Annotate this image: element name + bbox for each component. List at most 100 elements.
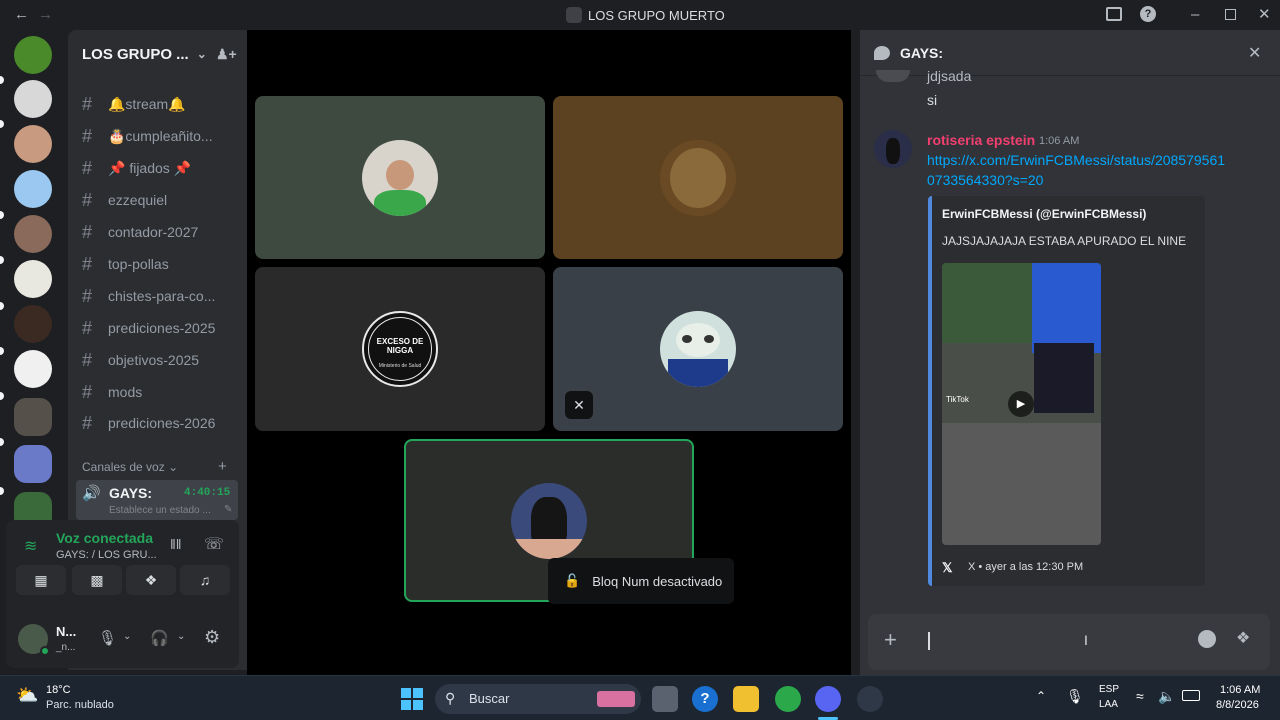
channel-item[interactable]: # chistes-para-co...	[82, 284, 242, 308]
avatar[interactable]	[874, 130, 912, 168]
get-help-icon[interactable]: ?	[692, 686, 718, 712]
chevron-down-icon[interactable]: ⌄	[177, 631, 185, 642]
voice-category-header[interactable]: Canales de voz ⌄	[82, 460, 178, 474]
activities-button[interactable]: ❖	[126, 565, 176, 595]
message-text: jdjsada	[927, 68, 972, 84]
message-text: si	[927, 92, 938, 108]
channel-item[interactable]: # ezzequiel	[82, 188, 242, 212]
headphones-icon[interactable]: 🎧	[150, 629, 169, 647]
apps-icon[interactable]: ❖	[1236, 628, 1250, 648]
weather-icon[interactable]: ⛅	[16, 685, 38, 706]
message-composer[interactable]: + I ❖	[868, 614, 1270, 670]
close-icon[interactable]: ✕	[1248, 43, 1261, 63]
add-channel-icon[interactable]: +	[218, 458, 227, 475]
channel-item[interactable]: # objetivos-2025	[82, 348, 242, 372]
camera-off-icon: ▦	[34, 571, 48, 588]
close-window-icon[interactable]: ✕	[1258, 6, 1271, 24]
disconnect-icon[interactable]: ☏	[204, 534, 224, 554]
back-arrow-icon[interactable]: ←	[14, 6, 29, 24]
title-bar: ← → LOS GRUPO MUERTO ? – ✕	[0, 0, 1280, 30]
task-view-icon[interactable]	[652, 686, 678, 712]
channel-item[interactable]: # 📌 fijados 📌	[82, 156, 242, 180]
inbox-icon[interactable]	[1106, 7, 1122, 21]
hash-icon: #	[82, 412, 93, 433]
online-status-dot	[40, 646, 50, 656]
channel-item[interactable]: # prediciones-2026	[82, 411, 242, 435]
channel-item[interactable]: # contador-2027	[82, 220, 242, 244]
help-icon[interactable]: ?	[1140, 6, 1156, 22]
pencil-icon[interactable]: ✎	[224, 504, 232, 515]
play-icon[interactable]: ▶	[1008, 391, 1034, 417]
participant-tile[interactable]: ✕	[553, 267, 843, 431]
noise-suppression-icon[interactable]: ‖‖	[170, 536, 182, 552]
unread-indicator	[0, 487, 4, 495]
clock-date[interactable]: 8/8/2026	[1216, 699, 1259, 711]
channel-item[interactable]: # 🔔stream🔔	[82, 92, 242, 116]
gear-icon[interactable]: ⚙	[204, 627, 220, 648]
screen-share-button[interactable]: ▩	[72, 565, 122, 595]
server-folder[interactable]	[14, 398, 52, 436]
channel-status[interactable]: Establece un estado ...	[109, 505, 211, 516]
embed-description: JAJSJAJAJAJA ESTABA APURADO EL NINE	[942, 234, 1187, 248]
channel-item[interactable]: # 🎂cumpleañito...	[82, 124, 242, 148]
chevron-up-icon[interactable]: ⌃	[1036, 689, 1046, 703]
voice-channel-gays[interactable]: 🔊 GAYS: 4:40:15 Establece un estado ... …	[76, 480, 238, 520]
discord-icon[interactable]	[815, 686, 841, 712]
app-icon[interactable]	[857, 686, 883, 712]
battery-icon[interactable]	[1182, 690, 1200, 701]
weather-temp[interactable]: 18°C	[46, 684, 71, 696]
speaker-icon: 🔊	[82, 485, 101, 502]
server-avatar[interactable]	[14, 350, 52, 388]
language-indicator[interactable]: ESP	[1099, 684, 1119, 695]
server-folder[interactable]	[14, 445, 52, 483]
file-explorer-icon[interactable]	[733, 686, 759, 712]
server-avatar[interactable]	[14, 215, 52, 253]
server-avatar[interactable]	[14, 80, 52, 118]
voice-status[interactable]: Voz conectada	[56, 530, 153, 546]
unread-indicator	[0, 347, 4, 355]
username[interactable]: N...	[56, 624, 76, 639]
participant-tile[interactable]	[255, 96, 545, 259]
emoji-icon[interactable]	[1198, 630, 1216, 648]
start-button[interactable]	[399, 686, 425, 712]
avatar[interactable]	[876, 70, 910, 82]
user-panel: N... _n... 🎙 ⌄ 🎧 ⌄ ⚙	[6, 612, 239, 668]
message-author[interactable]: rotiseria epstein	[927, 132, 1035, 148]
clock-time[interactable]: 1:06 AM	[1220, 684, 1260, 696]
soundboard-button[interactable]: ♫	[180, 565, 230, 595]
volume-icon[interactable]: 🔈	[1158, 688, 1175, 705]
participant-tile[interactable]	[553, 96, 843, 259]
maximize-icon[interactable]	[1225, 9, 1236, 20]
chrome-icon[interactable]	[775, 686, 801, 712]
wifi-icon[interactable]: ≈	[1136, 688, 1144, 704]
server-avatar[interactable]	[14, 170, 52, 208]
muted-mic-icon: ✕	[565, 391, 593, 419]
minimize-icon[interactable]: –	[1191, 6, 1199, 24]
invite-user-icon[interactable]: ♟+	[216, 46, 237, 63]
embed-author[interactable]: ErwinFCBMessi (@ErwinFCBMessi)	[942, 207, 1146, 221]
chevron-down-icon[interactable]: ⌄	[123, 631, 131, 642]
keyboard-layout[interactable]: LAA	[1099, 699, 1118, 710]
channel-item[interactable]: # mods	[82, 380, 242, 404]
channel-item[interactable]: # prediciones-2025	[82, 316, 242, 340]
hash-icon: #	[82, 381, 93, 402]
camera-toggle-button[interactable]: ▦	[16, 565, 66, 595]
message-link[interactable]: https://x.com/ErwinFCBMessi/status/20857…	[927, 152, 1225, 168]
taskbar-search[interactable]: ⚲ Buscar	[435, 684, 641, 714]
forward-arrow-icon[interactable]: →	[38, 6, 53, 24]
server-header[interactable]: LOS GRUPO ... ⌄ ♟+	[82, 44, 237, 64]
channel-item[interactable]: # top-pollas	[82, 252, 242, 276]
microphone-icon[interactable]: 🎙	[1066, 688, 1084, 705]
server-avatar[interactable]	[14, 260, 52, 298]
server-avatar[interactable]	[14, 36, 52, 74]
server-avatar[interactable]	[14, 305, 52, 343]
microphone-icon[interactable]: 🎙	[98, 629, 117, 647]
text-caret	[928, 632, 930, 650]
participant-tile[interactable]: EXCESO DE NIGGA Ministerio de Salud	[255, 267, 545, 431]
server-avatar[interactable]	[14, 125, 52, 163]
voice-location[interactable]: GAYS: / LOS GRU...	[56, 549, 157, 561]
add-attachment-icon[interactable]: +	[884, 628, 897, 652]
weather-desc[interactable]: Parc. nublado	[46, 699, 114, 711]
message-link[interactable]: 0733564330?s=20	[927, 172, 1043, 188]
embed-video[interactable]: TikTok ▶	[942, 263, 1101, 545]
